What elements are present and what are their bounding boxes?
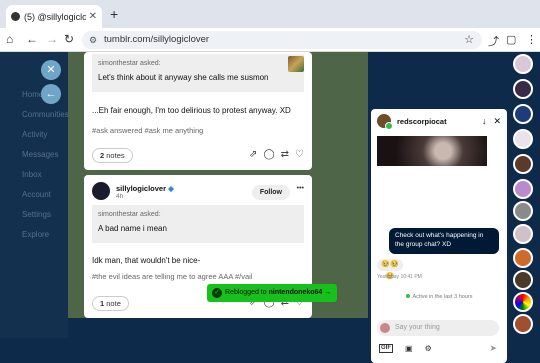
ask-question: Let's think about it anyway she calls me… (98, 73, 269, 82)
rail-avatar[interactable] (513, 54, 533, 74)
toast-blog-name[interactable]: nintendoneko64 (269, 289, 323, 296)
active-status: Active in the last 3 hours (371, 294, 507, 300)
author-avatar[interactable] (92, 182, 110, 200)
rail-avatar[interactable] (513, 224, 533, 244)
browser-tab[interactable]: (5) @sillylogiclover on T ✕ (6, 5, 102, 28)
sidebar-item: Account (22, 190, 51, 199)
tab-bar: (5) @sillylogiclover on T ✕ + (0, 0, 540, 28)
notes-count: 2 (100, 151, 105, 160)
ask-question: A bad name i mean (98, 224, 167, 233)
share-icon[interactable]: ⇗ (249, 149, 257, 160)
asker-avatar[interactable] (288, 56, 304, 72)
sidebar-item: Settings (22, 210, 51, 219)
answer-text: ...Eh fair enough, I'm too delirious to … (92, 106, 291, 115)
send-icon[interactable]: ➤ (489, 343, 497, 354)
back-button[interactable]: ← (41, 84, 61, 104)
rail-avatar[interactable] (513, 104, 533, 124)
like-heart-icon[interactable]: ♡ (295, 149, 304, 160)
address-bar-row: ⌂ ← → ↻ ⚙ tumblr.com/sillylogiclover ☆ ⤴… (0, 28, 540, 52)
message-timestamp: Yesterday 10:41 PM (377, 274, 422, 280)
url-field[interactable]: ⚙ tumblr.com/sillylogiclover ☆ (82, 31, 482, 49)
rail-avatar[interactable] (513, 314, 533, 334)
share-icon[interactable]: ⤴ (488, 33, 499, 49)
back-icon[interactable]: ← (26, 32, 38, 46)
ask-box: simonthestar asked: A bad name i mean (92, 205, 304, 243)
sidebar-item: Messages (22, 150, 59, 159)
notes-label: notes (106, 151, 125, 160)
reblog-icon[interactable]: ⇄ (281, 149, 289, 160)
menu-kebab-icon[interactable]: ⋮ (526, 33, 537, 46)
forward-icon[interactable]: → (46, 32, 58, 46)
home-icon[interactable]: ⌂ (6, 32, 13, 46)
close-blog-button[interactable]: ✕ (41, 60, 61, 80)
online-dot-icon (405, 294, 410, 298)
rail-avatar[interactable] (513, 248, 533, 268)
image-icon[interactable]: ▣ (405, 344, 413, 353)
chat-input-placeholder: Say your thing (395, 324, 440, 331)
notes-count: 1 (100, 299, 105, 308)
answer-text: Idk man, that wouldn't be nice- (92, 256, 201, 265)
rail-avatar[interactable] (513, 201, 533, 221)
sent-message: Check out what's happening in the group … (389, 228, 499, 254)
post-time: 4h (116, 193, 124, 200)
rail-avatar[interactable] (513, 79, 533, 99)
checkmark-icon: ✓ (212, 288, 222, 298)
close-tab-icon[interactable]: ✕ (89, 11, 97, 22)
emoji-message: 🥹🥹🥹 (377, 259, 403, 280)
follow-button[interactable]: Follow (251, 185, 290, 200)
rail-avatar[interactable] (513, 292, 533, 312)
rail-avatar[interactable] (513, 179, 533, 199)
rail-avatar[interactable] (513, 154, 533, 174)
tumblr-favicon-icon (11, 12, 20, 21)
settings-gear-icon[interactable]: ⚙ (425, 344, 432, 353)
chat-panel: redscorpiocat ↓ ✕ Check out what's happe… (371, 109, 507, 363)
chat-message-input[interactable]: Say your thing (377, 320, 499, 336)
new-tab-button[interactable]: + (110, 6, 118, 22)
sidebar-item: Inbox (22, 170, 42, 179)
post-tags[interactable]: #ask answered #ask me anything (84, 126, 312, 135)
post-actions: ⇗ ◯ ⇄ ♡ (249, 149, 304, 160)
sidebar-item: Explore (22, 230, 50, 239)
chat-username[interactable]: redscorpiocat (397, 117, 475, 126)
notes-label: note (106, 299, 121, 308)
tab-title: (5) @sillylogiclover on T (24, 11, 86, 22)
notes-button[interactable]: 1 note (92, 296, 129, 311)
bookmark-star-icon[interactable]: ☆ (464, 31, 474, 49)
reply-icon[interactable]: ◯ (263, 149, 274, 160)
reblog-toast[interactable]: ✓ Reblogged to nintendoneko64 → (207, 284, 338, 302)
reload-icon[interactable]: ↻ (64, 32, 74, 46)
tab-counter-icon[interactable]: ▢ (506, 33, 516, 46)
arrow-right-icon: → (324, 289, 332, 296)
sidebar-item: Activity (22, 130, 48, 139)
chat-header: redscorpiocat ↓ ✕ (371, 109, 507, 133)
asker-line: simonthestar asked: (98, 60, 161, 67)
url-text: tumblr.com/sillylogiclover (104, 34, 210, 45)
asker-line: simonthestar asked: (98, 211, 161, 218)
self-avatar (380, 323, 390, 333)
notes-button[interactable]: 2 notes (92, 148, 133, 163)
chat-avatar[interactable] (377, 114, 393, 130)
site-info-icon[interactable]: ⚙ (89, 31, 97, 49)
post-tags[interactable]: #the evil ideas are telling me to agree … (84, 272, 261, 281)
close-chat-icon[interactable]: ✕ (493, 116, 501, 127)
ask-box: simonthestar asked: Let's think about it… (92, 54, 304, 92)
chat-toolbar: GIF ▣ ⚙ (379, 344, 432, 353)
toast-prefix: Reblogged to (225, 289, 267, 296)
post-card: simonthestar asked: Let's think about it… (84, 52, 312, 170)
gif-message[interactable] (377, 136, 487, 166)
verified-icon: ◆ (168, 184, 174, 193)
sidebar-item: Communities (22, 110, 69, 119)
author-name[interactable]: sillylogiclover ◆ (116, 184, 174, 193)
rail-avatar[interactable] (513, 129, 533, 149)
rail-avatar[interactable] (513, 270, 533, 290)
more-options-icon[interactable]: ••• (297, 185, 304, 192)
gif-button[interactable]: GIF (379, 344, 393, 353)
minimize-chat-icon[interactable]: ↓ (482, 116, 487, 126)
chat-avatar-rail (510, 52, 540, 338)
